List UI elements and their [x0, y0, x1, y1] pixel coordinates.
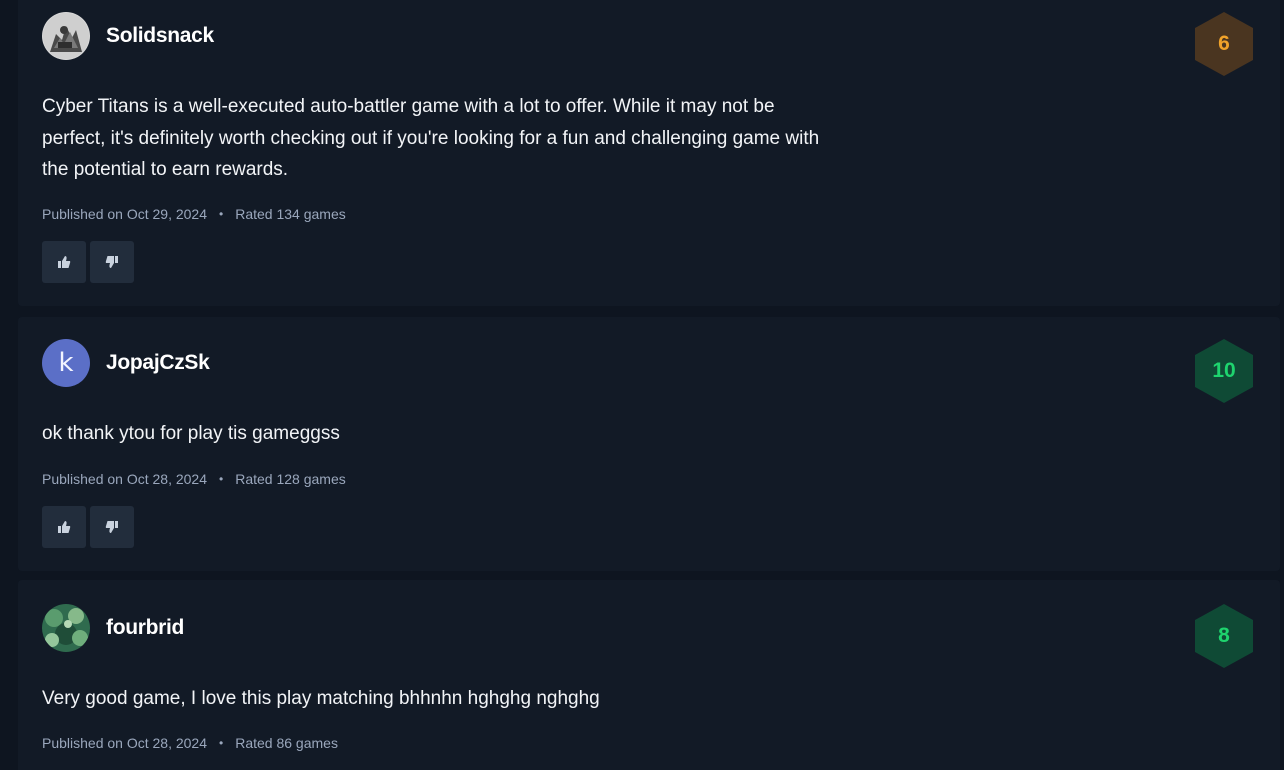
user-avatar[interactable] — [42, 604, 90, 652]
vote-buttons — [42, 241, 134, 283]
review-text: Very good game, I love this play matchin… — [42, 688, 600, 709]
thumbs-down-icon — [105, 521, 118, 533]
published-date: Published on Oct 28, 2024 — [42, 471, 208, 487]
score-badge: 8 — [1195, 604, 1253, 668]
review-header: fourbrid — [42, 604, 184, 652]
review-header: k JopajCzSk — [42, 339, 210, 387]
review-text: ok thank ytou for play tis gameggss — [42, 423, 340, 444]
user-avatar[interactable]: k — [42, 339, 90, 387]
rated-count: Rated 134 games — [235, 206, 346, 222]
published-date: Published on Oct 28, 2024 — [42, 735, 208, 751]
user-avatar[interactable] — [42, 12, 90, 60]
username[interactable]: fourbrid — [106, 616, 184, 640]
score-value: 10 — [1212, 359, 1236, 382]
review-meta: Published on Oct 28, 2024 • Rated 128 ga… — [42, 471, 346, 487]
thumbs-up-icon — [58, 256, 71, 268]
review-header: Solidsnack — [42, 12, 214, 60]
score-value: 6 — [1218, 32, 1230, 55]
rated-count: Rated 128 games — [235, 471, 346, 487]
thumbs-down-icon — [105, 256, 118, 268]
rated-count: Rated 86 games — [235, 735, 338, 751]
meta-separator: • — [219, 207, 224, 221]
meta-separator: • — [219, 472, 224, 486]
score-value: 8 — [1218, 624, 1230, 647]
review-feed: Solidsnack 6 Cyber Titans is a well-exec… — [0, 0, 1284, 770]
upvote-button[interactable] — [42, 241, 86, 283]
vote-buttons — [42, 506, 134, 548]
review-meta: Published on Oct 28, 2024 • Rated 86 gam… — [42, 735, 338, 751]
review-meta: Published on Oct 29, 2024 • Rated 134 ga… — [42, 206, 346, 222]
review-card: Solidsnack 6 Cyber Titans is a well-exec… — [18, 0, 1280, 306]
meta-separator: • — [219, 736, 224, 750]
thumbs-up-icon — [58, 521, 71, 533]
upvote-button[interactable] — [42, 506, 86, 548]
username[interactable]: Solidsnack — [106, 24, 214, 48]
review-text: Cyber Titans is a well-executed auto-bat… — [42, 96, 820, 180]
score-badge: 6 — [1195, 12, 1253, 76]
review-card: fourbrid 8 Very good game, I love this p… — [18, 580, 1280, 770]
downvote-button[interactable] — [90, 241, 134, 283]
score-badge: 10 — [1195, 339, 1253, 403]
review-card: k JopajCzSk 10 ok thank ytou for play ti… — [18, 317, 1280, 571]
published-date: Published on Oct 29, 2024 — [42, 206, 208, 222]
username[interactable]: JopajCzSk — [106, 351, 210, 375]
downvote-button[interactable] — [90, 506, 134, 548]
